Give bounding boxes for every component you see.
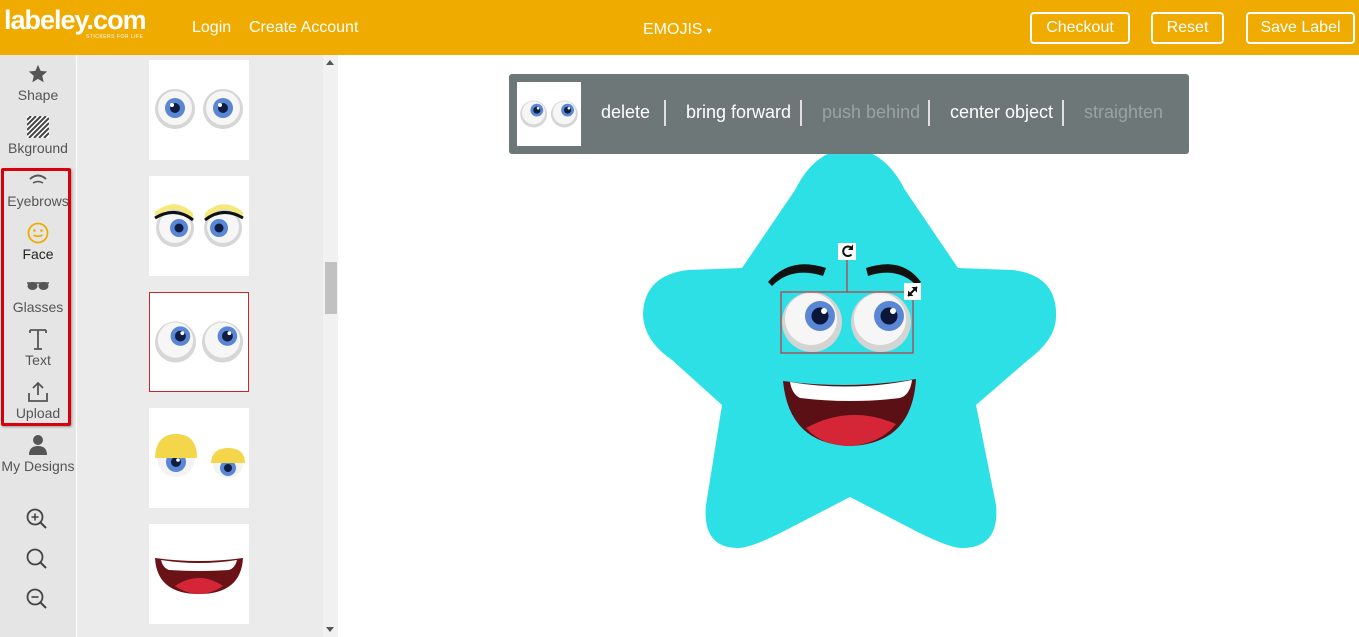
tool-label: Face bbox=[22, 246, 54, 262]
reset-button[interactable]: Reset bbox=[1151, 12, 1224, 44]
chevron-down-icon: ▾ bbox=[706, 26, 712, 37]
tool-label: Shape bbox=[17, 87, 59, 103]
toolbar-divider bbox=[800, 100, 802, 126]
panel-item-eyes-looking-up[interactable] bbox=[149, 292, 249, 392]
toolbar-divider bbox=[664, 100, 666, 126]
eyebrow-icon bbox=[0, 168, 76, 192]
upload-icon bbox=[0, 380, 76, 404]
selected-object-thumbnail bbox=[517, 82, 581, 146]
panel-item-eyes-yellow-brows[interactable] bbox=[149, 176, 249, 276]
panel-scrollbar[interactable] bbox=[323, 55, 338, 637]
scrollbar-thumb[interactable] bbox=[325, 262, 337, 314]
zoom-out-icon[interactable] bbox=[25, 587, 49, 611]
tool-glasses[interactable]: Glasses bbox=[0, 274, 76, 315]
tool-label: Bkground bbox=[8, 140, 68, 156]
background-pattern-icon bbox=[0, 115, 76, 139]
category-label: EMOJIS bbox=[643, 21, 703, 38]
tool-label: Eyebrows bbox=[7, 193, 69, 209]
star-shape[interactable] bbox=[643, 148, 1057, 548]
delete-button[interactable]: delete bbox=[601, 102, 650, 123]
top-header-bar: labeley.com STICKERS FOR LIFE Login Crea… bbox=[0, 0, 1359, 55]
tool-label: My Designs bbox=[1, 458, 75, 474]
bring-forward-button[interactable]: bring forward bbox=[686, 102, 791, 123]
toolbar-divider bbox=[928, 100, 930, 126]
panel-item-eyes-round[interactable] bbox=[149, 60, 249, 160]
smiley-face-icon bbox=[0, 221, 76, 245]
emoji-parts-panel bbox=[77, 55, 323, 637]
resize-handle-icon[interactable] bbox=[904, 283, 921, 300]
rotate-handle-icon[interactable] bbox=[838, 243, 856, 260]
push-behind-button[interactable]: push behind bbox=[822, 102, 920, 123]
tool-label: Text bbox=[25, 352, 51, 368]
brand-logo[interactable]: labeley.com STICKERS FOR LIFE bbox=[4, 6, 147, 40]
straighten-button[interactable]: straighten bbox=[1084, 102, 1163, 123]
tool-text[interactable]: Text bbox=[0, 327, 76, 368]
tool-shape[interactable]: Shape bbox=[0, 62, 76, 103]
text-t-icon bbox=[0, 327, 76, 351]
toolbar-divider bbox=[1062, 100, 1064, 126]
user-icon bbox=[0, 433, 76, 457]
create-account-link[interactable]: Create Account bbox=[249, 19, 358, 37]
star-icon bbox=[0, 62, 76, 86]
tool-eyebrows[interactable]: Eyebrows bbox=[0, 168, 76, 209]
zoom-in-icon[interactable] bbox=[25, 507, 49, 531]
scroll-down-arrow-icon[interactable] bbox=[326, 627, 334, 632]
scroll-up-arrow-icon[interactable] bbox=[326, 60, 334, 65]
panel-item-eyes-sleepy-yellow-lids[interactable] bbox=[149, 408, 249, 508]
glasses-icon bbox=[0, 274, 76, 298]
panel-item-mouth-open-smile[interactable] bbox=[149, 524, 249, 624]
save-label-button[interactable]: Save Label bbox=[1246, 12, 1355, 44]
tool-my-designs[interactable]: My Designs bbox=[0, 433, 76, 474]
tool-label: Glasses bbox=[12, 299, 64, 315]
object-toolbar: delete bring forward push behind center … bbox=[509, 74, 1189, 154]
login-link[interactable]: Login bbox=[192, 19, 231, 37]
checkout-button[interactable]: Checkout bbox=[1030, 12, 1130, 44]
center-object-button[interactable]: center object bbox=[950, 102, 1053, 123]
zoom-reset-icon[interactable] bbox=[25, 547, 49, 571]
emojis-category-dropdown[interactable]: EMOJIS ▾ bbox=[643, 21, 712, 39]
tool-upload[interactable]: Upload bbox=[0, 380, 76, 421]
tool-background[interactable]: Bkground bbox=[0, 115, 76, 156]
tool-label: Upload bbox=[15, 405, 61, 421]
tool-face[interactable]: Face bbox=[0, 221, 76, 262]
